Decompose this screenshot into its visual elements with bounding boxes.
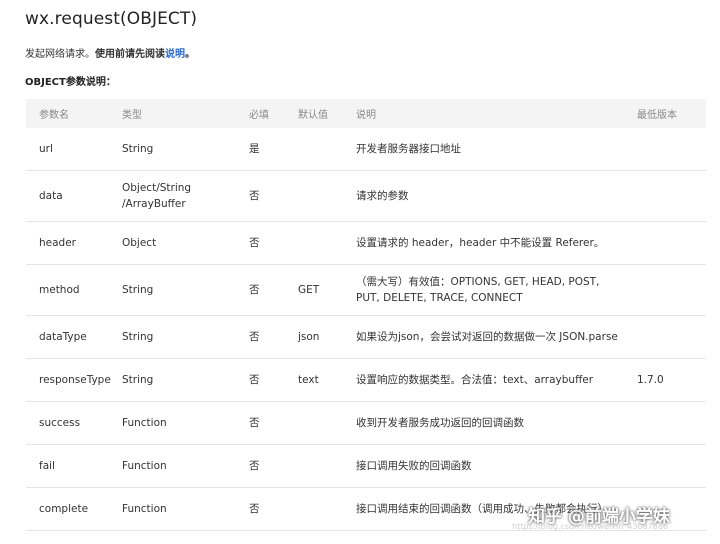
cell-version (637, 315, 706, 359)
cell-version (637, 264, 706, 316)
cell-default: json (298, 315, 356, 359)
table-row: header Object 否 设置请求的 header，header 中不能设置 R… (26, 221, 706, 265)
cell-name: method (26, 264, 122, 316)
cell-type: String (122, 264, 249, 316)
cell-required: 是 (249, 128, 298, 171)
cell-type: Object (122, 221, 249, 265)
cell-desc: 接口调用失败的回调函数 (356, 444, 637, 488)
cell-version (637, 221, 706, 265)
page-title: wx.request(OBJECT) (25, 9, 198, 29)
cell-type: String (122, 315, 249, 359)
cell-default: text (298, 358, 356, 402)
header-default: 默认值 (298, 99, 356, 128)
cell-default: GET (298, 264, 356, 316)
cell-desc: 请求的参数 (356, 170, 637, 222)
cell-required: 否 (249, 358, 298, 402)
cell-type: String (122, 358, 249, 402)
intro-text: 发起网络请求。使用前请先阅读说明。 (25, 45, 195, 60)
cell-default (298, 401, 356, 445)
url-watermark: https://blog.csdn.net/weixin_43087886 (512, 522, 669, 531)
intro-text-3: 。 (185, 49, 195, 60)
cell-desc: （需大写）有效值：OPTIONS, GET, HEAD, POST, PUT, D… (356, 264, 637, 316)
header-type: 类型 (122, 99, 249, 128)
intro-text-2: 使用前请先阅读 (95, 49, 165, 60)
cell-required: 否 (249, 170, 298, 222)
cell-name: responseType (26, 358, 122, 402)
table-row: url String 是 开发者服务器接口地址 (26, 128, 706, 171)
cell-required: 否 (249, 315, 298, 359)
intro-text-1: 发起网络请求。 (25, 49, 95, 60)
table-row: dataType String 否 json 如果设为json，会尝试对返回的数据做一次… (26, 315, 706, 359)
cell-required: 否 (249, 401, 298, 445)
header-required: 必填 (249, 99, 298, 128)
cell-name: success (26, 401, 122, 445)
cell-desc: 如果设为json，会尝试对返回的数据做一次 JSON.parse (356, 315, 637, 359)
cell-name: data (26, 170, 122, 222)
table-row: responseType String 否 text 设置响应的数据类型。合法值：tex… (26, 358, 706, 402)
params-table: 参数名 类型 必填 默认值 说明 最低版本 url String 是开发者服务器接口… (26, 99, 706, 531)
cell-required: 否 (249, 444, 298, 488)
cell-type: Function (122, 487, 249, 531)
cell-type: String (122, 128, 249, 171)
cell-desc: 设置响应的数据类型。合法值：text、arraybuffer (356, 358, 637, 402)
cell-name: dataType (26, 315, 122, 359)
cell-default (298, 444, 356, 488)
cell-desc: 设置请求的 header，header 中不能设置 Referer。 (356, 221, 637, 265)
doc-link[interactable]: 说明 (165, 49, 185, 60)
cell-name: header (26, 221, 122, 265)
table-row: fail Function 否 接口调用失败的回调函数 (26, 444, 706, 488)
table-row: success Function 否 收到开发者服务成功返回的回调函数 (26, 401, 706, 445)
cell-name: fail (26, 444, 122, 488)
header-desc: 说明 (356, 99, 637, 128)
table-row: data Object/String/ArrayBuffer 否 请求的参数 (26, 170, 706, 222)
cell-default (298, 221, 356, 265)
cell-desc: 开发者服务器接口地址 (356, 128, 637, 171)
cell-version[interactable]: 1.7.0 (637, 358, 706, 402)
cell-default (298, 487, 356, 531)
cell-default (298, 170, 356, 222)
header-version: 最低版本 (637, 99, 706, 128)
cell-default (298, 128, 356, 171)
header-name: 参数名 (26, 99, 122, 128)
cell-version (637, 444, 706, 488)
cell-desc: 收到开发者服务成功返回的回调函数 (356, 401, 637, 445)
table-header-row: 参数名 类型 必填 默认值 说明 最低版本 (26, 99, 706, 128)
cell-required: 否 (249, 221, 298, 265)
cell-required: 否 (249, 487, 298, 531)
cell-version (637, 170, 706, 222)
cell-required: 否 (249, 264, 298, 316)
cell-type: Object/String/ArrayBuffer (122, 170, 249, 222)
cell-type: Function (122, 401, 249, 445)
cell-type: Function (122, 444, 249, 488)
cell-version (637, 128, 706, 171)
cell-name: complete (26, 487, 122, 531)
table-row: method String 否 GET （需大写）有效值：OPTIONS, GET, H… (26, 264, 706, 316)
section-title: OBJECT参数说明： (25, 77, 116, 88)
cell-version (637, 401, 706, 445)
cell-name: url (26, 128, 122, 171)
